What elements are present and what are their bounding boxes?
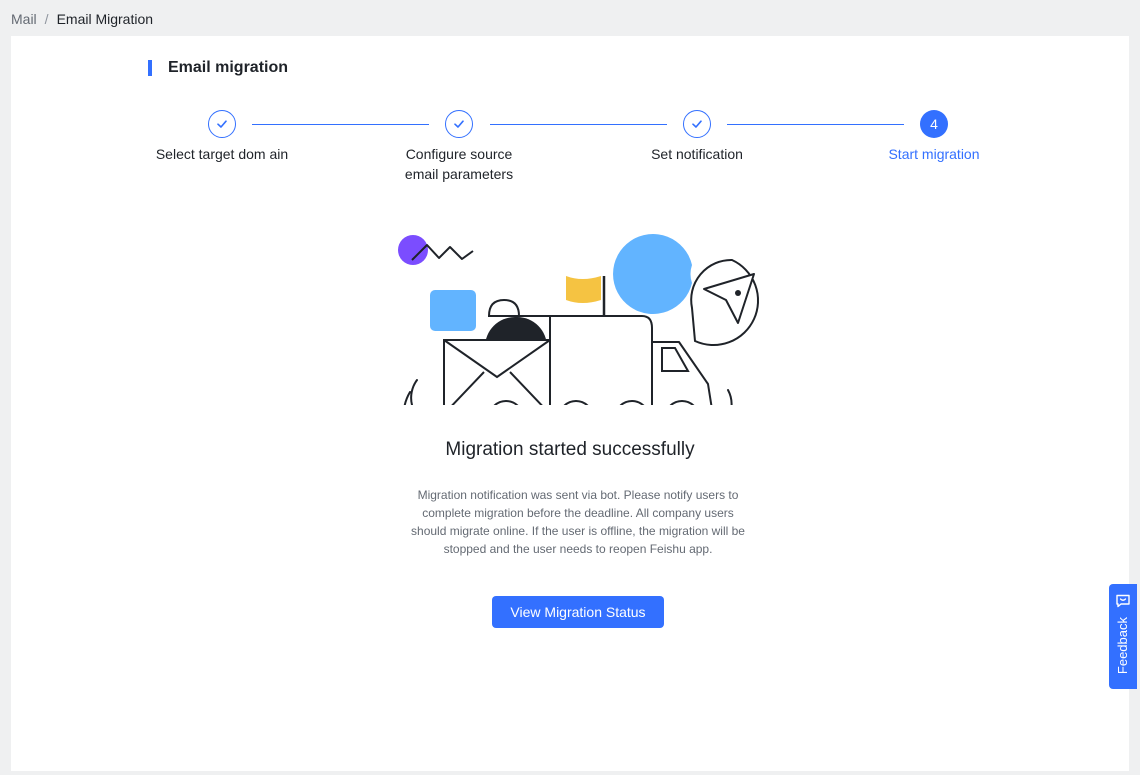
step-number-circle: 4 <box>920 110 948 138</box>
check-icon <box>692 120 702 128</box>
section-title: Email migration <box>168 59 289 76</box>
step-done-circle <box>683 110 711 138</box>
feedback-icon <box>1116 594 1130 608</box>
step-label: Start migration <box>888 146 980 162</box>
breadcrumb-mail-link[interactable]: Mail <box>11 11 37 27</box>
breadcrumb-current: Email Migration <box>56 11 154 27</box>
step-done-circle <box>445 110 473 138</box>
step-done-circle <box>208 110 236 138</box>
section-accent-bar <box>148 60 152 76</box>
main-panel: Email migration Select target dom ain Co… <box>11 36 1129 771</box>
step-start-migration: 4 Start migration <box>864 110 1004 164</box>
migration-truck-illustration <box>398 234 759 405</box>
view-migration-status-button[interactable]: View Migration Status <box>492 596 664 628</box>
step-label: Set notification <box>651 146 743 162</box>
step-configure-source: Configure source email parameters <box>389 110 529 184</box>
feedback-label: Feedback <box>1115 617 1130 675</box>
breadcrumb-separator: / <box>44 11 49 27</box>
step-select-target-domain: Select target dom ain <box>152 110 292 164</box>
step-label: Select target dom ain <box>155 146 289 162</box>
check-icon <box>217 120 227 128</box>
result-description: Migration notification was sent via bot.… <box>411 488 745 556</box>
step-label: Configure source email parameters <box>404 146 514 182</box>
feedback-tab[interactable]: Feedback <box>1109 584 1137 689</box>
breadcrumb: Mail / Email Migration <box>11 11 153 27</box>
section-header: Email migration <box>148 59 288 77</box>
step-set-notification: Set notification <box>627 110 767 164</box>
result-title: Migration started successfully <box>445 439 695 460</box>
check-icon <box>454 120 464 128</box>
